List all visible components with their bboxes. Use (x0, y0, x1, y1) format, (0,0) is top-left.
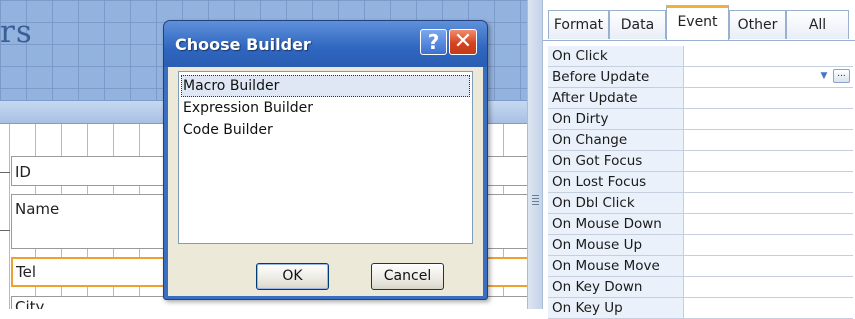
property-value[interactable] (684, 298, 853, 318)
property-value[interactable] (684, 277, 853, 297)
tab-event[interactable]: Event (666, 5, 729, 40)
form-header-label[interactable]: rs (0, 14, 33, 50)
property-name[interactable]: On Change (548, 130, 684, 150)
pane-splitter[interactable] (527, 0, 543, 309)
property-value[interactable] (684, 151, 853, 171)
property-row-on-mouse-move[interactable]: On Mouse Move (548, 256, 853, 277)
property-name[interactable]: On Dirty (548, 109, 684, 129)
property-value[interactable] (684, 193, 853, 213)
property-value[interactable] (684, 235, 853, 255)
property-value[interactable] (684, 256, 853, 276)
splitter-grip-icon[interactable] (532, 195, 539, 205)
tab-all[interactable]: All (786, 10, 849, 39)
property-value[interactable]: ▼ ... (684, 67, 853, 87)
property-value[interactable] (684, 214, 853, 234)
property-name[interactable]: On Click (548, 46, 684, 66)
property-value[interactable] (684, 46, 853, 66)
property-tab-strip: Format Data Event Other All (543, 0, 855, 41)
property-row-on-key-down[interactable]: On Key Down (548, 277, 853, 298)
property-value[interactable] (684, 109, 853, 129)
ok-button[interactable]: OK (256, 263, 329, 290)
property-name[interactable]: On Key Up (548, 298, 684, 318)
property-name[interactable]: On Key Down (548, 277, 684, 297)
property-row-on-dirty[interactable]: On Dirty (548, 109, 853, 130)
cancel-button[interactable]: Cancel (371, 263, 444, 290)
builder-button[interactable]: ... (833, 69, 850, 83)
field-tel-label: Tel (16, 263, 37, 281)
property-row-before-update[interactable]: Before Update ▼ ... (548, 67, 853, 88)
list-item-code-builder[interactable]: Code Builder (181, 119, 470, 141)
field-id-label: ID (15, 163, 31, 181)
property-row-on-lost-focus[interactable]: On Lost Focus (548, 172, 853, 193)
property-value[interactable] (684, 88, 853, 108)
chevron-down-icon[interactable]: ▼ (817, 70, 831, 82)
ruler-mark (0, 172, 10, 173)
tab-other[interactable]: Other (729, 10, 786, 39)
close-icon[interactable]: ✕ (449, 29, 477, 55)
tab-format[interactable]: Format (548, 10, 609, 39)
property-name[interactable]: On Lost Focus (548, 172, 684, 192)
property-row-on-dbl-click[interactable]: On Dbl Click (548, 193, 853, 214)
property-name[interactable]: On Got Focus (548, 151, 684, 171)
property-value[interactable] (684, 130, 853, 150)
dialog-title-bar[interactable]: Choose Builder ? ✕ (164, 21, 487, 67)
dialog-title: Choose Builder (175, 35, 311, 54)
builder-list[interactable]: Macro Builder Expression Builder Code Bu… (178, 71, 473, 244)
property-row-on-got-focus[interactable]: On Got Focus (548, 151, 853, 172)
dialog-body: Macro Builder Expression Builder Code Bu… (168, 67, 483, 296)
field-name-label: Name (15, 200, 60, 218)
tab-data[interactable]: Data (609, 10, 666, 39)
list-item-macro-builder[interactable]: Macro Builder (181, 75, 470, 97)
property-name[interactable]: On Mouse Up (548, 235, 684, 255)
property-sheet: Format Data Event Other All On Click Bef… (543, 0, 855, 319)
property-name[interactable]: On Mouse Move (548, 256, 684, 276)
list-item-expression-builder[interactable]: Expression Builder (181, 97, 470, 119)
property-name[interactable]: On Dbl Click (548, 193, 684, 213)
ruler-mark (0, 230, 10, 231)
field-city-label: City (15, 298, 45, 309)
property-row-after-update[interactable]: After Update (548, 88, 853, 109)
property-name[interactable]: After Update (548, 88, 684, 108)
property-row-on-mouse-down[interactable]: On Mouse Down (548, 214, 853, 235)
property-grid: On Click Before Update ▼ ... After Updat… (548, 46, 853, 319)
property-row-on-change[interactable]: On Change (548, 130, 853, 151)
property-row-on-mouse-up[interactable]: On Mouse Up (548, 235, 853, 256)
help-icon[interactable]: ? (420, 29, 447, 55)
choose-builder-dialog: Choose Builder ? ✕ Macro Builder Express… (163, 20, 488, 300)
property-row-on-click[interactable]: On Click (548, 46, 853, 67)
property-name[interactable]: On Mouse Down (548, 214, 684, 234)
property-value[interactable] (684, 172, 853, 192)
property-name[interactable]: Before Update (548, 67, 684, 87)
